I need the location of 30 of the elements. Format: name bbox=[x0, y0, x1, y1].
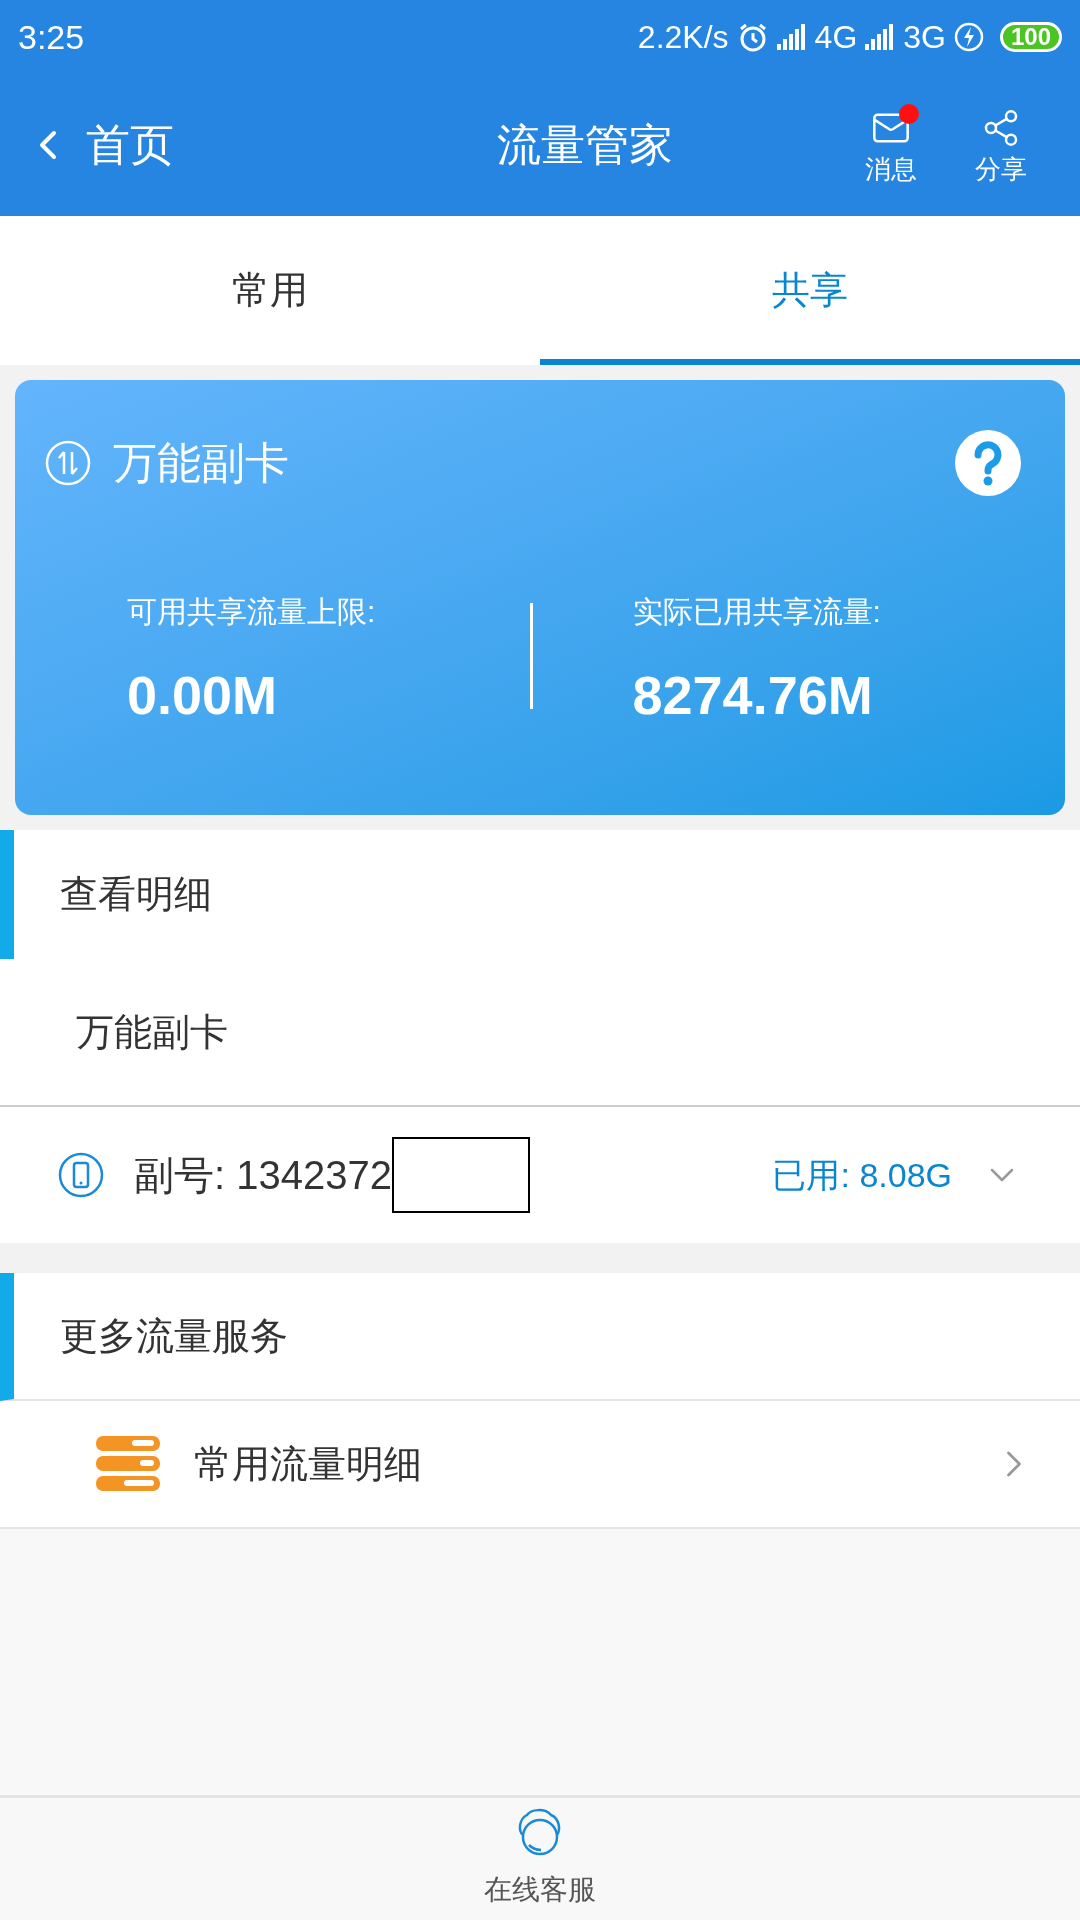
battery-indicator: 100 bbox=[999, 22, 1062, 52]
transfer-icon bbox=[45, 440, 91, 486]
card-title: 万能副卡 bbox=[113, 437, 289, 489]
stat-label: 实际已用共享流量: bbox=[632, 594, 882, 630]
signal-icon bbox=[776, 24, 807, 50]
share-button[interactable]: 分享 bbox=[946, 108, 1056, 182]
signal-icon bbox=[865, 24, 896, 50]
list-icon bbox=[96, 1436, 160, 1492]
stat-value: 0.00M bbox=[127, 668, 279, 722]
network-speed: 2.2K/s bbox=[637, 18, 729, 57]
tab[interactable]: 常用 bbox=[0, 216, 540, 365]
network-type: 3G bbox=[903, 18, 946, 57]
section-heading: 更多流量服务 bbox=[59, 1313, 288, 1359]
subsection-heading: 万能副卡 bbox=[75, 1009, 228, 1055]
messages-button[interactable]: 消息 bbox=[836, 108, 946, 182]
status-time: 3:25 bbox=[18, 16, 85, 58]
stat-value: 8274.76M bbox=[632, 668, 874, 722]
section-heading: 查看明细 bbox=[59, 872, 212, 917]
stat-label: 可用共享流量上限: bbox=[127, 594, 377, 630]
line-number: 副号: 1342372 bbox=[134, 1152, 392, 1199]
network-type: 4G bbox=[814, 18, 858, 57]
back-button[interactable]: 首页 bbox=[24, 112, 324, 178]
charging-icon bbox=[953, 22, 984, 52]
service-row[interactable]: 常用流量明细 bbox=[0, 1401, 1080, 1529]
help-icon[interactable] bbox=[955, 430, 1021, 496]
page-title: 流量管家 bbox=[496, 119, 674, 171]
phone-icon bbox=[58, 1152, 104, 1198]
service-label: 常用流量明细 bbox=[194, 1441, 423, 1487]
line-row[interactable]: 副号: 1342372 已用: 8.08G bbox=[0, 1107, 1080, 1243]
usage-value: 已用: 8.08G bbox=[772, 1154, 952, 1196]
